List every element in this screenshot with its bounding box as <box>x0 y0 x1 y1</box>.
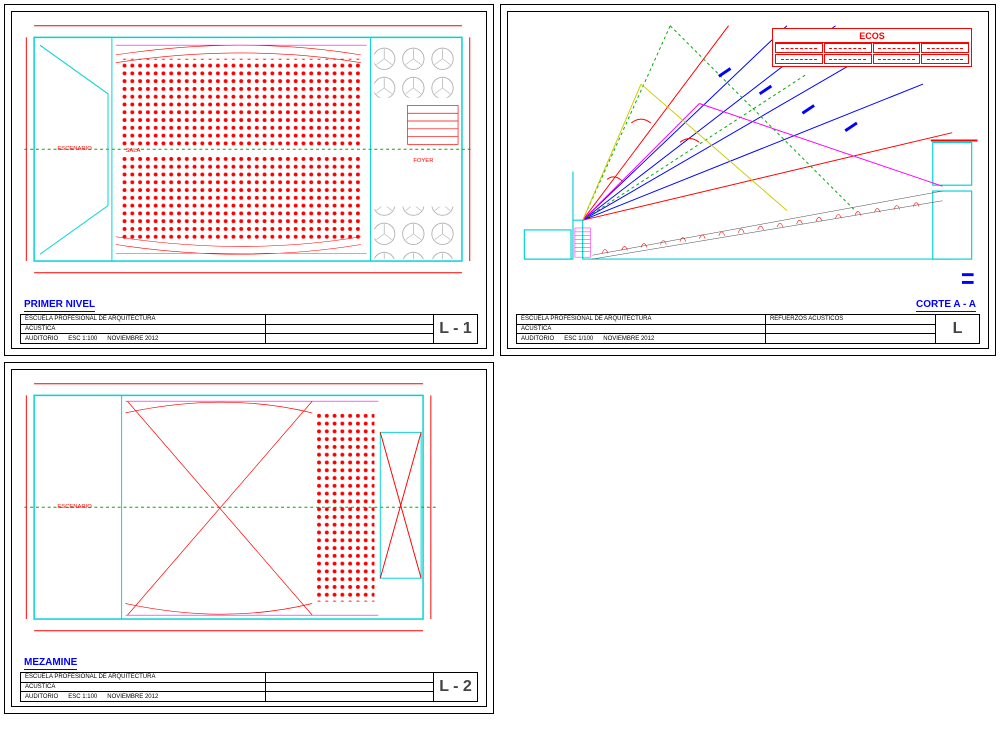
label-hall-l1: SALA <box>126 148 141 154</box>
sheet-l2-inner: ESCENARIO MEZAMINE ESCUELA PROFESIONAL D… <box>11 369 487 707</box>
titleblock-l2: ESCUELA PROFESIONAL DE ARQUITECTURA ACUS… <box>20 672 478 702</box>
tb-scale-l1: ESC 1:100 <box>68 336 97 342</box>
tb-project-l1: AUDITORIO <box>25 336 58 342</box>
sheet-number-l1: L - 1 <box>433 315 477 343</box>
tb-date-l3: NOVIEMBRE 2012 <box>603 336 654 342</box>
tb-school-l1: ESCUELA PROFESIONAL DE ARQUITECTURA <box>21 315 265 325</box>
tb-course-l1: ACUSTICA <box>21 325 265 335</box>
tb-bottom-l3: AUDITORIO ESC 1/100 NOVIEMBRE 2012 <box>517 334 765 343</box>
tb-date-l1: NOVIEMBRE 2012 <box>107 336 158 342</box>
section-title-l3: CORTE A - A <box>916 299 976 312</box>
sheet-number-l2: L - 2 <box>433 673 477 701</box>
tb-course-l3: ACUSTICA <box>517 325 765 335</box>
plan-l2-svg: ESCENARIO <box>16 374 482 656</box>
label-stage-l2: ESCENARIO <box>57 504 92 510</box>
drawing-l3: ECOS <box>512 16 984 298</box>
ecos-legend: ECOS <box>772 28 972 67</box>
sheet-l1-inner: ESCENARIO SALA FOYER PRIMER NIVEL ESCUEL… <box>11 11 487 349</box>
tb-school-l3: ESCUELA PROFESIONAL DE ARQUITECTURA <box>517 315 765 325</box>
tb-scale-l2: ESC 1:100 <box>68 694 97 700</box>
ecos-title: ECOS <box>775 31 969 43</box>
drawing-l2: ESCENARIO <box>16 374 482 656</box>
tb-school-l2: ESCUELA PROFESIONAL DE ARQUITECTURA <box>21 673 265 683</box>
plan-l1-svg: ESCENARIO SALA FOYER <box>16 16 482 298</box>
tb-scale-l3: ESC 1/100 <box>564 336 593 342</box>
sheet-number-l3: L <box>935 315 979 343</box>
titleblock-l3: ESCUELA PROFESIONAL DE ARQUITECTURA ACUS… <box>516 314 980 344</box>
tb-course-l2: ACUSTICA <box>21 683 265 693</box>
plan-title-l1: PRIMER NIVEL <box>24 299 95 312</box>
drawing-l1: ESCENARIO SALA FOYER <box>16 16 482 298</box>
sheet-l2: ESCENARIO MEZAMINE ESCUELA PROFESIONAL D… <box>4 362 494 714</box>
ecos-grid <box>775 43 969 64</box>
sheet-l3: ECOS CORTE A - A ESCUELA PROFESIONAL DE … <box>500 4 996 356</box>
tb-bottom-l1: AUDITORIO ESC 1:100 NOVIEMBRE 2012 <box>21 334 265 343</box>
tb-project-l2: AUDITORIO <box>25 694 58 700</box>
plan-title-l2: MEZAMINE <box>24 657 77 670</box>
titleblock-l1: ESCUELA PROFESIONAL DE ARQUITECTURA ACUS… <box>20 314 478 344</box>
tb-date-l2: NOVIEMBRE 2012 <box>107 694 158 700</box>
tb-subject-l3: REFUERZOS ACUSTICOS <box>766 315 935 325</box>
label-foyer-l1: FOYER <box>413 158 433 164</box>
sheet-l3-inner: ECOS CORTE A - A ESCUELA PROFESIONAL DE … <box>507 11 989 349</box>
tb-bottom-l2: AUDITORIO ESC 1:100 NOVIEMBRE 2012 <box>21 692 265 701</box>
sheet-l1: ESCENARIO SALA FOYER PRIMER NIVEL ESCUEL… <box>4 4 494 356</box>
label-stage-l1: ESCENARIO <box>57 146 92 152</box>
tb-project-l3: AUDITORIO <box>521 336 554 342</box>
